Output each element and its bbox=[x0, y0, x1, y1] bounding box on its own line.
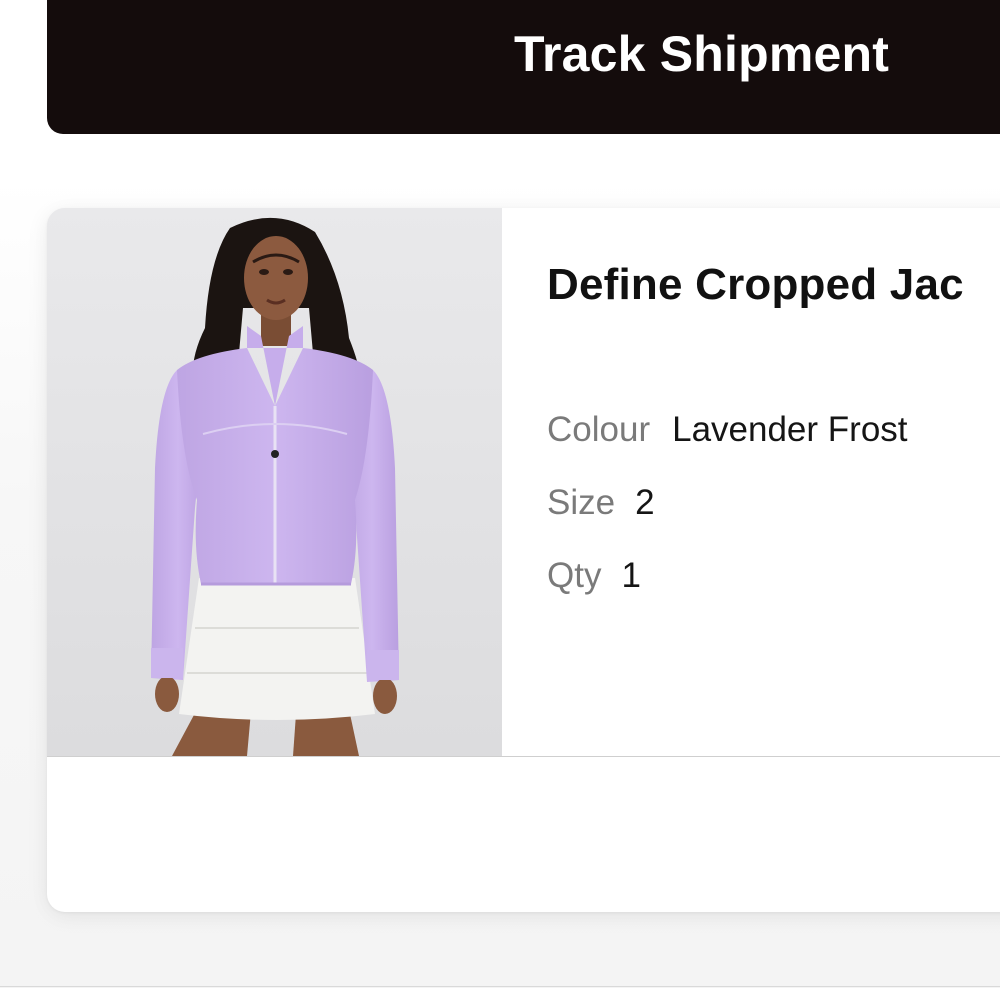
colour-row: Colour Lavender Frost bbox=[547, 410, 908, 450]
size-value: 2 bbox=[635, 483, 655, 522]
bottom-divider bbox=[0, 986, 1000, 987]
qty-label: Qty bbox=[547, 556, 602, 595]
size-row: Size 2 bbox=[547, 483, 655, 523]
qty-value: 1 bbox=[621, 556, 641, 595]
card-divider bbox=[47, 756, 1000, 757]
colour-value: Lavender Frost bbox=[672, 410, 908, 449]
track-shipment-label: Track Shipment bbox=[514, 26, 890, 82]
order-item-card: Define Cropped Jac Colour Lavender Frost … bbox=[47, 208, 1000, 912]
product-image[interactable] bbox=[47, 208, 502, 756]
qty-row: Qty 1 bbox=[547, 556, 641, 596]
track-shipment-button[interactable]: Track Shipment bbox=[47, 0, 1000, 134]
product-title[interactable]: Define Cropped Jac bbox=[547, 260, 964, 310]
colour-label: Colour bbox=[547, 410, 651, 449]
size-label: Size bbox=[547, 483, 616, 522]
page: Track Shipment Define Cropped Jac Colour… bbox=[0, 0, 1000, 1000]
